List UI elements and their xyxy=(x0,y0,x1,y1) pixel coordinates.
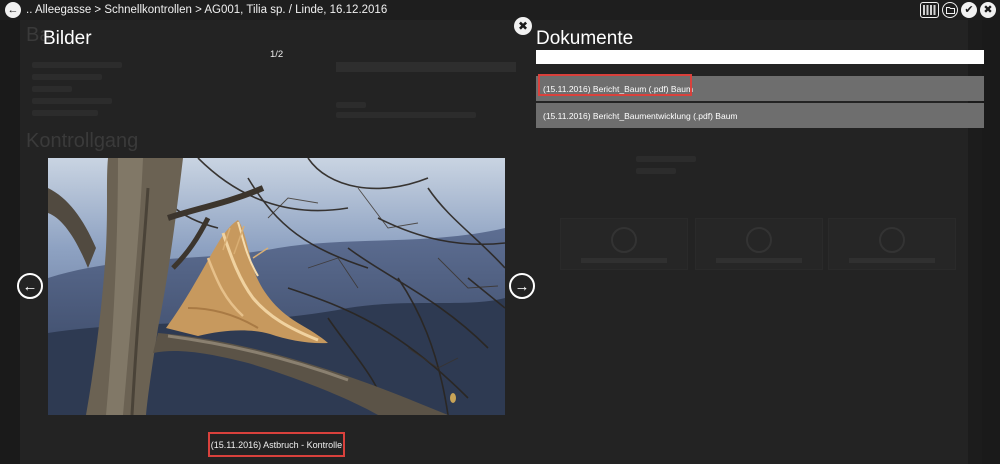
tree-photo xyxy=(48,158,505,415)
arrow-left-circle-icon: ← xyxy=(22,277,38,295)
folder-icon[interactable] xyxy=(942,2,958,18)
documents-panel-title: Dokumente xyxy=(536,28,634,49)
background-field-label xyxy=(336,102,366,108)
arrow-right-circle-icon: → xyxy=(514,277,530,295)
background-field-label xyxy=(32,62,122,68)
background-tile xyxy=(560,218,688,270)
arrow-left-icon: ← xyxy=(7,3,19,16)
background-tile xyxy=(828,218,956,270)
next-image-button[interactable]: → xyxy=(509,273,535,299)
check-icon[interactable]: ✔ xyxy=(961,2,977,18)
background-field-label xyxy=(636,156,696,162)
document-item[interactable]: (15.11.2016) Bericht_Baum (.pdf) Baum xyxy=(536,76,984,101)
close-overlay-button[interactable]: ✖ xyxy=(514,17,532,35)
background-field-label xyxy=(32,98,112,104)
background-field-label xyxy=(32,110,98,116)
images-panel-title: Bilder xyxy=(43,28,92,49)
keyboard-icon[interactable] xyxy=(920,2,939,18)
top-bar: ← .. Alleegasse > Schnellkontrollen > AG… xyxy=(0,0,1000,20)
background-heading: Kontrollgang xyxy=(26,130,139,152)
document-item[interactable]: (15.11.2016) Bericht_Baumentwicklung (.p… xyxy=(536,103,984,128)
background-field-label xyxy=(32,86,72,92)
background-field-value xyxy=(336,112,476,118)
close-circle-icon: ✖ xyxy=(517,19,529,33)
documents-filter-input[interactable] xyxy=(536,50,984,64)
back-button[interactable]: ← xyxy=(5,2,21,18)
background-input xyxy=(336,62,516,72)
close-icon[interactable]: ✖ xyxy=(980,2,996,18)
breadcrumb: .. Alleegasse > Schnellkontrollen > AG00… xyxy=(26,4,388,16)
photo-caption: (15.11.2016) Astbruch - Kontrolle xyxy=(208,432,345,457)
background-tile xyxy=(695,218,823,270)
background-field-value xyxy=(636,168,676,174)
background-field-label xyxy=(32,74,102,80)
prev-image-button[interactable]: ← xyxy=(17,273,43,299)
toolbar: ✔ ✖ xyxy=(920,2,996,18)
document-item-label: (15.11.2016) Bericht_Baum (.pdf) Baum xyxy=(543,83,694,94)
image-counter: 1/2 xyxy=(270,49,284,60)
document-item-label: (15.11.2016) Bericht_Baumentwicklung (.p… xyxy=(543,110,738,121)
